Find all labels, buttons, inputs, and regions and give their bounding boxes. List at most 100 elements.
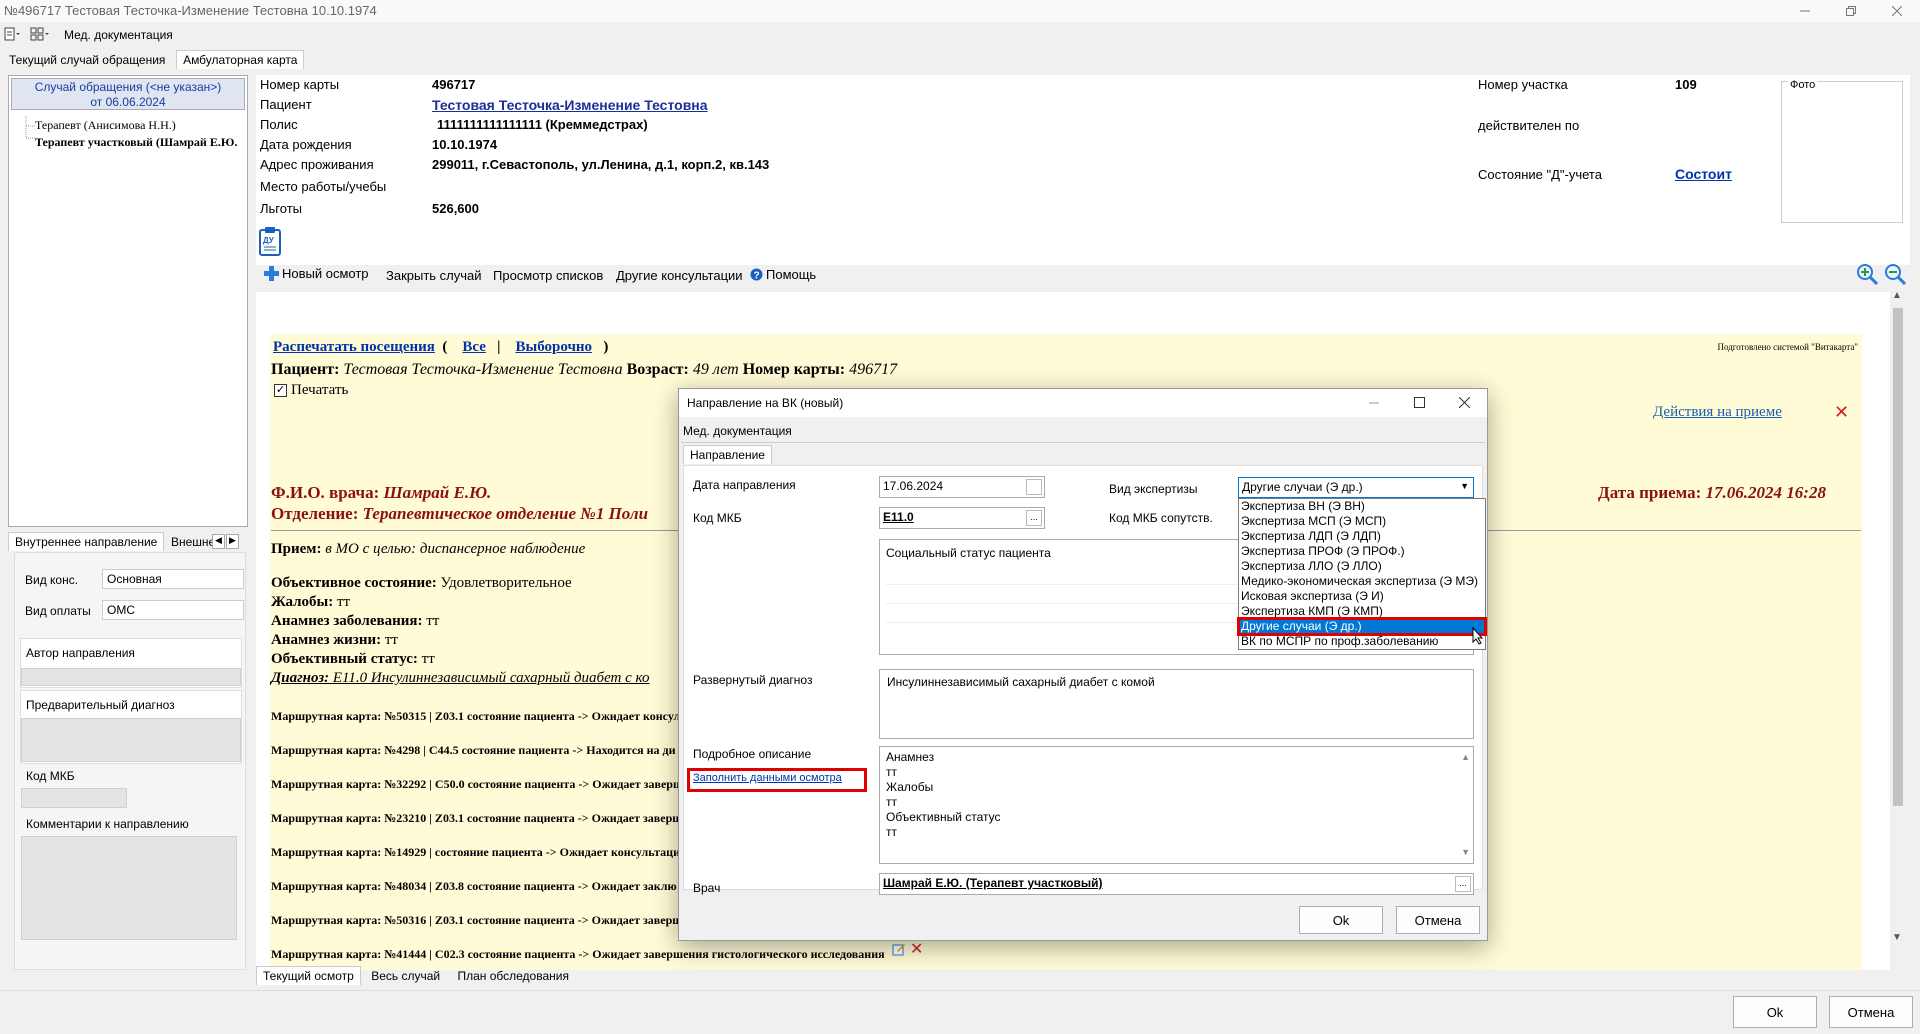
mkb-browse-button[interactable]: ... [1026,510,1042,526]
print-checkbox-row[interactable]: ✓ Печатать [274,382,348,399]
selective-link[interactable]: Выборочно [515,339,592,355]
tabs-scroll-right[interactable]: ▶ [226,534,239,549]
date-input[interactable]: 17.06.2024 [879,476,1045,498]
mkb-code-label: Код МКБ [693,511,742,525]
expertise-option[interactable]: Экспертиза ВН (Э ВН) [1239,499,1485,514]
d-status-label: Состояние "Д"-учета [1478,167,1602,182]
patient-label: Пациент [260,97,312,112]
expertise-option[interactable]: Медико-экономическая экспертиза (Э МЭ) [1239,574,1485,589]
view-lists-button[interactable]: Просмотр списков [493,268,603,283]
doctor-field-value: Шамрай Е.Ю. (Терапевт участковый) [883,876,1103,890]
all-link[interactable]: Все [462,339,486,355]
tab-internal-direction[interactable]: Внутреннее направление [8,532,165,551]
expertise-select[interactable]: Другие случаи (Э др.) ▼ [1238,477,1474,498]
minimize-button[interactable] [1782,0,1828,22]
document-scrollbar[interactable]: ▲ ▼ [1890,290,1906,952]
footer-cancel-button[interactable]: Отмена [1829,996,1913,1028]
case-header[interactable]: Случай обращения (<не указан>) от 06.06.… [11,78,245,110]
calendar-button[interactable] [1026,479,1042,495]
print-checkbox[interactable]: ✓ [274,384,287,397]
tab-exam-plan[interactable]: План обследования [450,966,576,986]
footer-ok-button[interactable]: Ok [1733,996,1817,1028]
clipboard-icon[interactable]: ДУ [258,226,282,256]
scroll-down-icon[interactable]: ▼ [1892,932,1902,943]
fill-from-exam-link[interactable]: Заполнить данными осмотра [693,772,842,784]
doctor-value: Шамрай Е.Ю. [383,483,492,502]
work-label: Место работы/учебы [260,179,387,194]
scroll-up-icon[interactable]: ▲ [1892,290,1902,301]
d-status-link[interactable]: Состоит [1675,166,1732,182]
desc-line: тт [886,825,897,839]
zoom-in-icon[interactable] [1856,263,1878,285]
vk-direction-dialog: Направление на ВК (новый) Мед. документа… [678,388,1488,941]
expertise-option[interactable]: Экспертиза ПРОФ (Э ПРОФ.) [1239,544,1485,559]
expertise-option[interactable]: Экспертиза КМП (Э КМП) [1239,604,1485,619]
desc-scroll-down-icon[interactable]: ▼ [1461,845,1470,860]
tab-ambulatory-card[interactable]: Амбулаторная карта [176,50,305,69]
patient-name-link[interactable]: Тестовая Тесточка-Изменение Тестовна [432,97,708,113]
tabs-scroll-left[interactable]: ◀ [212,534,225,549]
route-card: Маршрутная карта: №41444 | C02.3 состоян… [271,947,885,961]
grid-menu-icon[interactable] [30,27,50,41]
vid-kons-field[interactable]: Основная [102,569,244,589]
dialog-maximize-icon[interactable] [1414,397,1425,408]
expertise-option-selected[interactable]: Другие случаи (Э др.) [1237,617,1487,636]
expertise-option[interactable]: Экспертиза ЛЛО (Э ЛЛО) [1239,559,1485,574]
doctor-label: Ф.И.О. врача: [271,483,380,502]
other-consult-button[interactable]: Другие консультации [616,268,743,283]
vid-oplaty-field[interactable]: ОМС [102,600,244,620]
print-visits-link[interactable]: Распечатать посещения [273,339,435,355]
doc-header-links: Распечатать посещения ( Все | Выборочно … [273,339,608,356]
close-case-button[interactable]: Закрыть случай [386,268,482,283]
expertise-option[interactable]: Экспертиза МСП (Э МСП) [1239,514,1485,529]
diagnosis-value: E11.0 Инсулиннезависимый сахарный диабет… [332,670,650,686]
diag-textarea[interactable]: Инсулиннезависимый сахарный диабет с ком… [879,669,1474,739]
obj-status-line: Объективный статус: тт [271,651,435,668]
tab-direction[interactable]: Направление [683,445,772,464]
dialog-title-bar: Направление на ВК (новый) [679,389,1487,417]
restore-button[interactable] [1828,0,1874,22]
doctor-browse-button[interactable]: ... [1455,876,1471,892]
dialog-ok-button[interactable]: Ok [1299,906,1383,934]
author-field[interactable] [21,668,241,686]
scrollbar-thumb[interactable] [1893,308,1903,806]
close-actions-icon[interactable]: ✕ [1834,402,1849,423]
actions-link[interactable]: Действия на приеме [1653,404,1782,421]
dialog-close-icon[interactable] [1459,397,1470,408]
delete-route-icon[interactable]: ✕ [910,939,923,959]
tab-current-case[interactable]: Текущий случай обращения [2,50,172,70]
tab-whole-case[interactable]: Весь случай [364,966,447,986]
dialog-med-docs-menu[interactable]: Мед. документация [683,424,792,438]
window-title: №496717 Тестовая Тесточка-Изменение Тест… [4,3,377,18]
close-window-button[interactable] [1874,0,1920,22]
new-exam-button[interactable]: Новый осмотр [264,266,369,281]
expertise-option[interactable]: Экспертиза ЛДП (Э ЛДП) [1239,529,1485,544]
expertise-label: Вид экспертизы [1109,482,1198,496]
comments-field[interactable] [21,836,237,940]
dialog-cancel-button[interactable]: Отмена [1396,906,1480,934]
expertise-option[interactable]: Исковая экспертиза (Э И) [1239,589,1485,604]
expertise-option[interactable]: ВК по МСПР по проф.заболеванию [1239,634,1485,649]
mkb-field[interactable] [21,788,127,808]
dialog-minimize-icon[interactable] [1369,398,1379,408]
tab-external-direction[interactable]: Внешне [168,532,218,552]
route-card: Маршрутная карта: №32292 | C50.0 состоян… [271,777,684,791]
doc-card-label: Номер карты: [742,361,846,378]
doctor-input[interactable]: Шамрай Е.Ю. (Терапевт участковый) ... [879,873,1474,895]
pred-diag-field[interactable] [21,718,241,762]
edit-route-icon[interactable] [892,942,906,956]
mkb-code-input[interactable]: E11.0 ... [879,507,1045,529]
med-docs-menu[interactable]: Мед. документация [64,28,173,42]
zoom-out-icon[interactable] [1884,263,1906,285]
desc-textarea[interactable]: Анамнез тт Жалобы тт Объективный статус … [879,746,1474,864]
pred-diag-label: Предварительный диагноз [26,698,175,712]
tree-item-therapist-shamray[interactable]: Терапевт участковый (Шамрай Е.Ю. [35,135,237,150]
help-button[interactable]: ? Помощь [750,267,816,282]
tab-current-exam[interactable]: Текущий осмотр [256,966,361,985]
priem-label: Прием: [271,541,322,557]
anamnez-life-value: тт [384,632,398,648]
desc-scroll-up-icon[interactable]: ▲ [1461,750,1470,765]
doc-patient-name: Тестовая Тесточка-Изменение Тестовна [343,361,623,378]
tree-item-therapist-anisimova[interactable]: Терапевт (Анисимова Н.Н.) [35,118,176,133]
document-menu-icon[interactable] [4,27,20,41]
